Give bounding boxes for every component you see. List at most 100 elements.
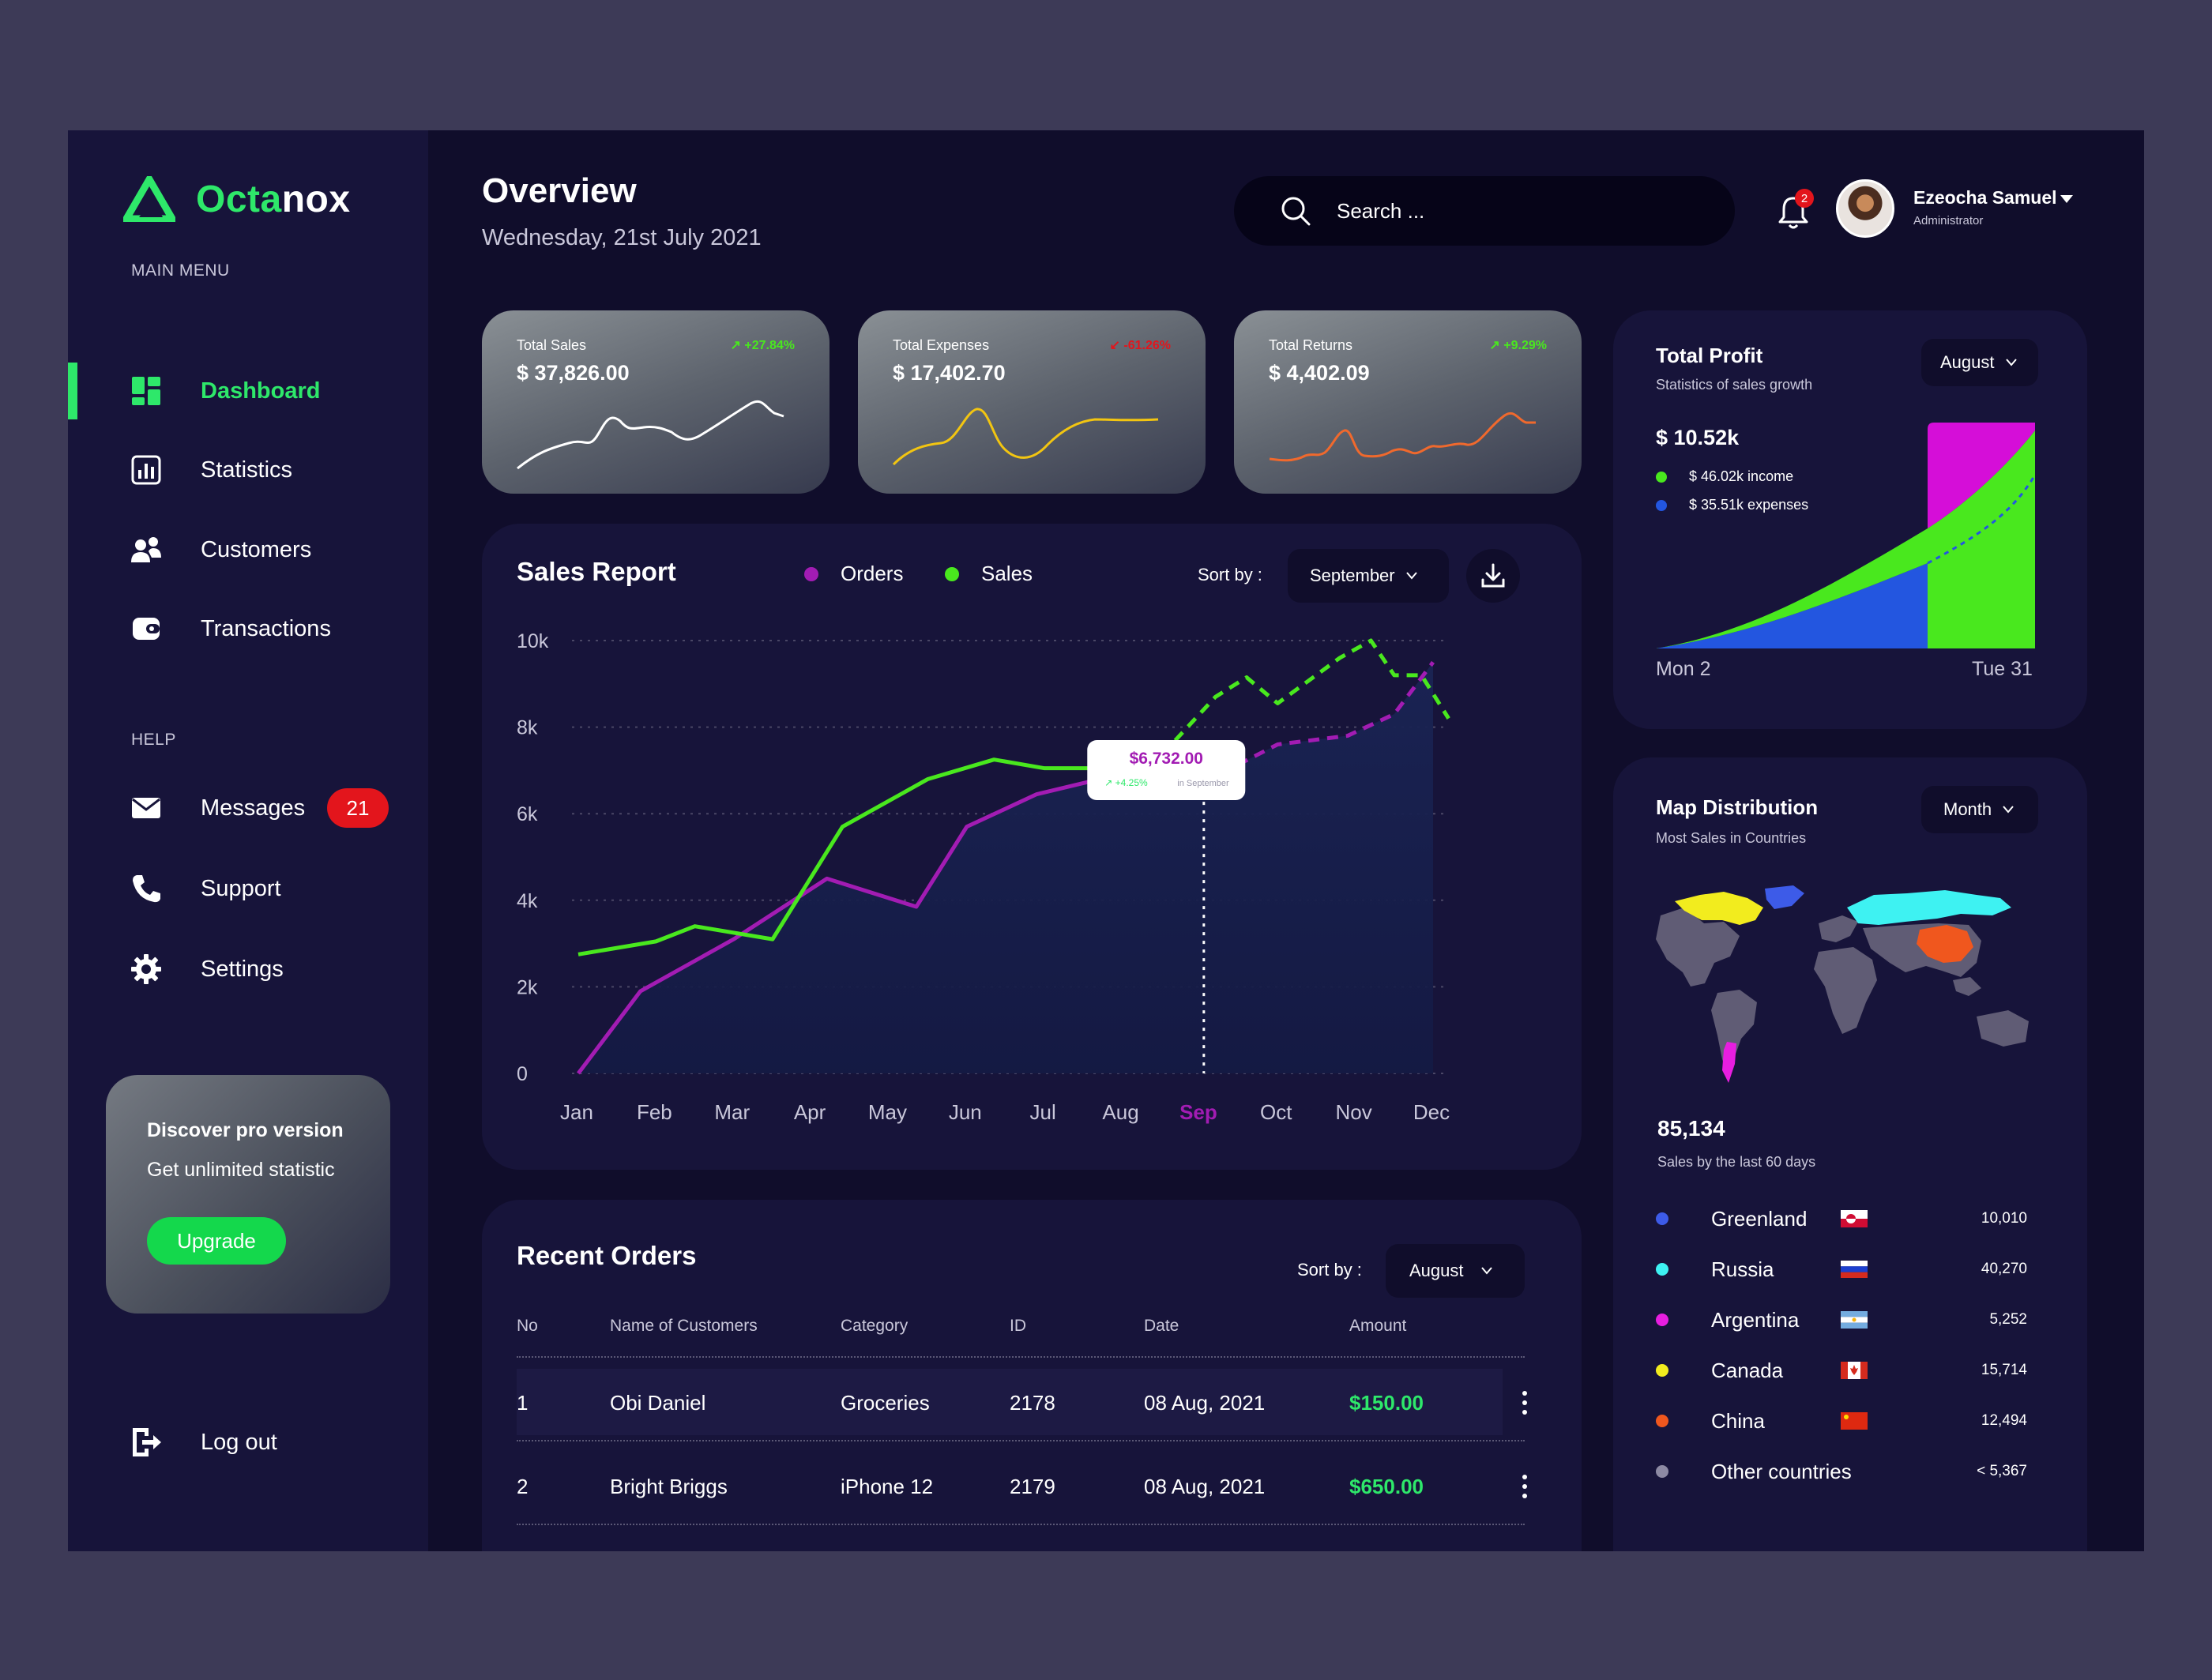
x-tick-label: Aug <box>1102 1100 1138 1124</box>
download-button[interactable] <box>1466 549 1520 603</box>
country-name: Russia <box>1711 1257 1774 1281</box>
search-input[interactable]: Search ... <box>1234 176 1735 246</box>
total-sales-card[interactable]: Total Sales $ 37,826.00 ↗ +27.84% <box>482 310 830 494</box>
cell-date: 08 Aug, 2021 <box>1144 1475 1266 1498</box>
chevron-down-icon <box>1480 1267 1492 1275</box>
stat-value: $ 17,402.70 <box>893 361 1006 385</box>
dropdown-value: September <box>1310 566 1395 585</box>
y-tick-label: 0 <box>517 1063 528 1085</box>
app-window: Octanox MAIN MENU Dashboard Statistics C… <box>68 130 2144 1551</box>
y-tick-label: 6k <box>517 803 538 825</box>
sparkline <box>892 408 1159 466</box>
notifications-button[interactable]: 2 <box>1774 189 1814 231</box>
column-header-date[interactable]: Date <box>1144 1317 1179 1336</box>
statistics-icon <box>130 453 163 487</box>
total-profit-title: Total Profit <box>1656 344 1763 367</box>
country-row-russia[interactable]: Russia 40,270 <box>1656 1253 2027 1285</box>
column-header-no[interactable]: No <box>517 1317 538 1336</box>
country-value: 10,010 <box>1981 1210 2027 1227</box>
country-name: China <box>1711 1408 1765 1433</box>
avatar[interactable] <box>1836 179 1894 238</box>
country-row-argentina[interactable]: Argentina 5,252 <box>1656 1304 2027 1336</box>
x-tick-label: Jun <box>949 1100 982 1124</box>
sidebar-item-statistics[interactable]: Statistics <box>68 442 428 498</box>
x-tick-label: Sep <box>1179 1100 1217 1124</box>
column-header-category[interactable]: Category <box>841 1317 908 1336</box>
map-period-dropdown[interactable]: Month <box>1921 786 2038 833</box>
legend-dot <box>1656 1212 1668 1225</box>
logo-triangle-icon <box>123 176 175 222</box>
sidebar-item-dashboard[interactable]: Dashboard <box>68 363 428 419</box>
logout-label: Log out <box>201 1429 277 1455</box>
argentina-flag-icon <box>1841 1311 1868 1329</box>
recent-orders-panel: Recent Orders Sort by : August No Name o… <box>482 1200 1582 1551</box>
logout-button[interactable]: Log out <box>130 1426 277 1459</box>
country-name: Greenland <box>1711 1206 1808 1231</box>
divider <box>517 1524 1525 1525</box>
total-profit-panel: Total Profit Statistics of sales growth … <box>1613 310 2087 729</box>
column-header-amount[interactable]: Amount <box>1349 1317 1406 1336</box>
legend-sales[interactable]: Sales <box>945 562 1033 586</box>
cell-amount: $650.00 <box>1349 1475 1424 1498</box>
country-name: Canada <box>1711 1358 1784 1382</box>
orders-sort-dropdown[interactable]: August <box>1386 1244 1525 1298</box>
y-tick-label: 10k <box>517 630 549 652</box>
chevron-down-icon <box>2003 806 2014 814</box>
dashboard-icon <box>130 374 163 408</box>
gear-icon <box>130 953 163 986</box>
user-name[interactable]: Ezeocha Samuel <box>1913 187 2057 209</box>
greenland-shape <box>1765 885 1804 909</box>
brand-name: Octanox <box>196 178 351 220</box>
country-row-other[interactable]: Other countries < 5,367 <box>1656 1456 2027 1487</box>
map-total-caption: Sales by the last 60 days <box>1657 1154 1816 1170</box>
x-tick-label: Dec <box>1413 1100 1450 1124</box>
row-menu-icon[interactable] <box>1522 1391 1528 1415</box>
total-returns-card[interactable]: Total Returns $ 4,402.09 ↗ +9.29% <box>1234 310 1582 494</box>
column-header-customer[interactable]: Name of Customers <box>610 1317 758 1336</box>
legend-dot <box>1656 1415 1668 1427</box>
country-row-greenland[interactable]: Greenland 10,010 <box>1656 1203 2027 1235</box>
sidebar-item-transactions[interactable]: Transactions <box>68 600 428 657</box>
legend-dot <box>1656 1465 1668 1478</box>
cell-id: 2179 <box>1010 1475 1055 1498</box>
sort-month-dropdown[interactable]: September <box>1288 549 1449 603</box>
y-tick-label: 4k <box>517 890 538 912</box>
sidebar-item-label: Customers <box>201 536 312 562</box>
map-total-value: 85,134 <box>1657 1116 1725 1141</box>
sidebar-item-customers[interactable]: Customers <box>68 521 428 578</box>
sort-by-label: Sort by : <box>1297 1260 1362 1280</box>
sidebar-item-label: Dashboard <box>201 378 321 404</box>
stat-value: $ 37,826.00 <box>517 361 630 385</box>
cell-no: 1 <box>517 1391 529 1415</box>
china-flag-icon <box>1841 1412 1868 1430</box>
legend-orders[interactable]: Orders <box>804 562 903 586</box>
stat-name: Total Expenses <box>893 337 990 353</box>
sidebar: Octanox MAIN MENU Dashboard Statistics C… <box>68 130 428 1551</box>
trend-up-icon: ↗ <box>1489 339 1504 352</box>
upgrade-button[interactable]: Upgrade <box>147 1217 286 1265</box>
country-value: 40,270 <box>1981 1261 2027 1277</box>
chevron-down-icon <box>1405 572 1417 580</box>
column-header-id[interactable]: ID <box>1010 1317 1026 1336</box>
phone-icon <box>130 872 163 905</box>
recent-orders-title: Recent Orders <box>517 1241 697 1270</box>
cell-no: 2 <box>517 1475 529 1498</box>
country-row-china[interactable]: China 12,494 <box>1656 1405 2027 1437</box>
tooltip-note: in September <box>1177 779 1229 788</box>
cell-customer: Obi Daniel <box>610 1391 706 1415</box>
chevron-down-icon[interactable] <box>2059 194 2075 205</box>
wallet-icon <box>130 612 163 645</box>
page-title: Overview <box>482 171 637 210</box>
stat-name: Total Sales <box>517 337 587 353</box>
sidebar-item-support[interactable]: Support <box>68 860 428 917</box>
brand-logo[interactable]: Octanox <box>123 176 351 222</box>
sidebar-item-settings[interactable]: Settings <box>68 941 428 998</box>
map-title: Map Distribution <box>1656 795 1819 819</box>
row-menu-icon[interactable] <box>1522 1475 1528 1498</box>
legend-label: Sales <box>981 562 1033 585</box>
sidebar-item-messages[interactable]: Messages 21 <box>68 780 428 836</box>
profit-period-dropdown[interactable]: August <box>1921 339 2038 386</box>
country-row-canada[interactable]: Canada 15,714 <box>1656 1355 2027 1386</box>
europe-shape <box>1819 915 1858 942</box>
total-expenses-card[interactable]: Total Expenses $ 17,402.70 ↙ -61.26% <box>858 310 1206 494</box>
